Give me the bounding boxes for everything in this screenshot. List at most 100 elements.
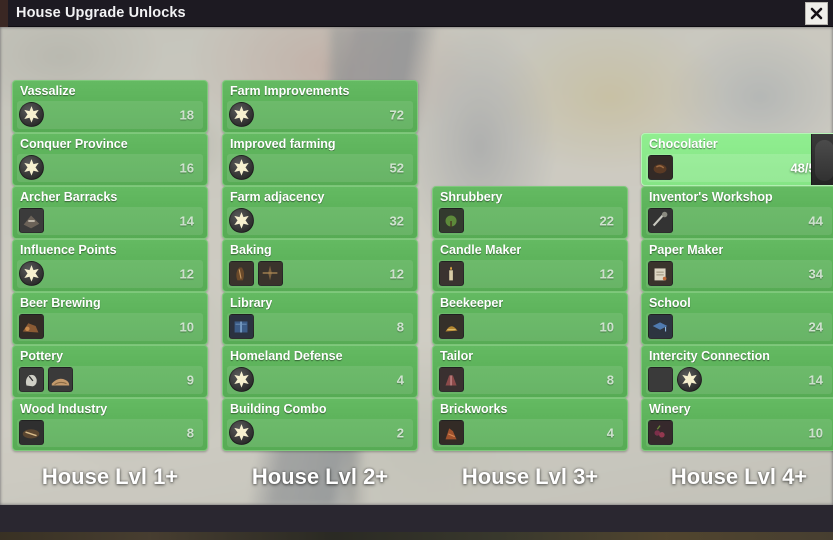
unlock-card[interactable]: Chocolatier 48/54	[641, 133, 833, 186]
unlock-card[interactable]: Building Combo 2	[222, 398, 418, 451]
unlock-card[interactable]: Brickworks 4	[432, 398, 628, 451]
unlock-card-count: 32	[389, 213, 404, 229]
unlock-card-row: 8	[437, 366, 623, 394]
unlock-card-icons	[439, 314, 464, 339]
beer-brewing-icon	[19, 314, 44, 339]
unlock-card[interactable]: Conquer Province 16	[12, 133, 208, 186]
unlock-card-icons	[19, 367, 73, 392]
unlock-card-row: 16	[17, 154, 203, 182]
card-vertical-scrollbar[interactable]	[811, 134, 833, 185]
unlock-card-count: 12	[599, 266, 614, 282]
close-x-icon[interactable]	[805, 2, 828, 25]
star-badge-icon	[229, 367, 254, 392]
column-label-1: House Lvl 1+	[41, 464, 179, 489]
unlock-card-count: 24	[808, 319, 823, 335]
unlock-card[interactable]: Improved farming 52	[222, 133, 418, 186]
unlock-card[interactable]: Vassalize 18	[12, 80, 208, 133]
unlock-card[interactable]: Paper Maker 34	[641, 239, 833, 292]
archer-barracks-icon	[19, 208, 44, 233]
unlock-card-title: Candle Maker	[440, 243, 522, 257]
unlock-card-icons	[229, 314, 254, 339]
unlock-card-row: 12	[17, 260, 203, 288]
star-badge-icon	[19, 261, 44, 286]
star-badge-icon	[19, 155, 44, 180]
unlock-card-count: 10	[808, 425, 823, 441]
unlock-card-icons	[439, 261, 464, 286]
unlock-card-count: 14	[808, 372, 823, 388]
unlock-card[interactable]: Beekeeper 10	[432, 292, 628, 345]
unlock-card-count: 12	[389, 266, 404, 282]
unlock-card-row: 44	[646, 207, 832, 235]
unlock-card-row: 72	[227, 101, 413, 129]
unlock-card-icons	[229, 261, 283, 286]
school-icon	[648, 314, 673, 339]
star-badge-icon	[229, 208, 254, 233]
unlock-card-title: Paper Maker	[649, 243, 724, 257]
unlocks-content-area: House Lvl 1+ Vassalize 18 Conquer Province 1…	[0, 27, 833, 505]
unlock-card[interactable]: Homeland Defense 4	[222, 345, 418, 398]
unlock-card-icons	[19, 314, 44, 339]
unlock-card[interactable]: Beer Brewing 10	[12, 292, 208, 345]
unlock-card-row: 52	[227, 154, 413, 182]
unlock-card[interactable]: School 24	[641, 292, 833, 345]
unlock-card-title: Inventor's Workshop	[649, 190, 773, 204]
titlebar-left-edge	[0, 0, 8, 27]
unlock-card-icons	[19, 208, 44, 233]
unlock-card-row: 14	[17, 207, 203, 235]
unlock-card-row: 8	[227, 313, 413, 341]
unlock-card-row: 48/54	[646, 154, 832, 182]
unlock-card-count: 8	[186, 425, 194, 441]
unlock-card-count: 44	[808, 213, 823, 229]
unlock-card-row: 9	[17, 366, 203, 394]
unlock-card-row: 24	[646, 313, 832, 341]
unlock-card[interactable]: Shrubbery 22	[432, 186, 628, 239]
unlock-card-count: 10	[179, 319, 194, 335]
intercity-connection-icon	[648, 367, 673, 392]
window-title-bar: House Upgrade Unlocks	[0, 0, 833, 27]
unlock-card-row: 10	[646, 419, 832, 447]
unlock-card-row: 32	[227, 207, 413, 235]
unlock-card-icons	[648, 314, 673, 339]
unlock-card-title: Baking	[230, 243, 272, 257]
paper-maker-icon	[648, 261, 673, 286]
unlock-card[interactable]: Tailor 8	[432, 345, 628, 398]
unlock-card[interactable]: Archer Barracks 14	[12, 186, 208, 239]
brickworks-icon	[439, 420, 464, 445]
unlock-card[interactable]: Wood Industry 8	[12, 398, 208, 451]
unlock-card-icons	[439, 367, 464, 392]
star-badge-icon	[229, 102, 254, 127]
unlock-card[interactable]: Winery 10	[641, 398, 833, 451]
unlock-card[interactable]: Baking 12	[222, 239, 418, 292]
unlock-card-count: 12	[179, 266, 194, 282]
mill-icon	[258, 261, 283, 286]
unlock-card[interactable]: Influence Points 12	[12, 239, 208, 292]
unlock-card-count: 72	[389, 107, 404, 123]
unlock-card-count: 18	[179, 107, 194, 123]
unlock-card-icons	[229, 208, 254, 233]
unlock-card[interactable]: Pottery 9	[12, 345, 208, 398]
inventors-workshop-icon	[648, 208, 673, 233]
clay-pit-icon	[48, 367, 73, 392]
unlock-card-count: 52	[389, 160, 404, 176]
unlock-card-count: 22	[599, 213, 614, 229]
unlock-card-icons	[19, 261, 44, 286]
unlock-card-title: Farm adjacency	[230, 190, 325, 204]
unlock-card[interactable]: Library 8	[222, 292, 418, 345]
unlock-card-row: 8	[17, 419, 203, 447]
unlock-card-count: 4	[396, 372, 404, 388]
unlock-card-row: 4	[227, 366, 413, 394]
unlock-card-row: 34	[646, 260, 832, 288]
unlock-card-count: 9	[186, 372, 194, 388]
unlock-card-row: 4	[437, 419, 623, 447]
unlock-card[interactable]: Inventor's Workshop 44	[641, 186, 833, 239]
unlock-card-icons	[229, 155, 254, 180]
unlock-card-title: Winery	[649, 402, 691, 416]
unlock-card[interactable]: Intercity Connection 14	[641, 345, 833, 398]
unlock-card-row: 2	[227, 419, 413, 447]
unlock-card-title: Vassalize	[20, 84, 76, 98]
unlock-card[interactable]: Farm Improvements 72	[222, 80, 418, 133]
unlock-card[interactable]: Candle Maker 12	[432, 239, 628, 292]
unlock-columns: House Lvl 1+ Vassalize 18 Conquer Province 1…	[0, 27, 833, 505]
unlock-card-title: Library	[230, 296, 273, 310]
unlock-card[interactable]: Farm adjacency 32	[222, 186, 418, 239]
